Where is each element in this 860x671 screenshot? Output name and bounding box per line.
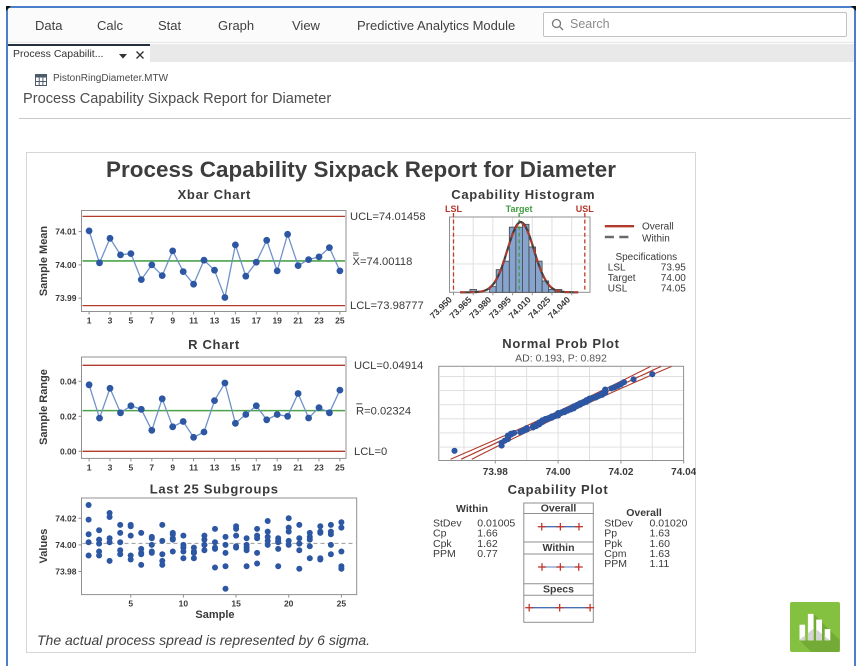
svg-text:Specs: Specs — [543, 583, 574, 595]
svg-text:74.04: 74.04 — [671, 467, 696, 478]
svg-text:7: 7 — [149, 315, 154, 325]
svg-text:15: 15 — [231, 598, 241, 608]
svg-text:5: 5 — [128, 315, 133, 325]
svg-text:73.99: 73.99 — [55, 293, 77, 303]
svg-text:11: 11 — [189, 462, 198, 472]
svg-text:Last 25 Subgroups: Last 25 Subgroups — [149, 481, 278, 496]
svg-text:73.95: 73.95 — [660, 262, 685, 273]
svg-text:7: 7 — [149, 462, 154, 472]
svg-text:74.01: 74.01 — [55, 226, 77, 236]
svg-text:LSL: LSL — [445, 204, 463, 214]
svg-text:73.98: 73.98 — [55, 566, 77, 576]
svg-text:Sample: Sample — [195, 609, 234, 621]
svg-text:1: 1 — [86, 462, 91, 472]
svg-text:Target: Target — [607, 272, 635, 283]
svg-text:USL: USL — [575, 204, 594, 214]
svg-text:X=74.00118: X=74.00118 — [352, 256, 412, 268]
svg-text:25: 25 — [335, 462, 345, 472]
svg-text:0.04: 0.04 — [59, 376, 76, 386]
svg-text:R=0.02324: R=0.02324 — [356, 405, 411, 417]
svg-text:74.05: 74.05 — [660, 283, 685, 294]
svg-text:Capability Plot: Capability Plot — [507, 482, 608, 497]
svg-text:15: 15 — [230, 315, 240, 325]
svg-text:3: 3 — [107, 315, 112, 325]
svg-text:LSL: LSL — [607, 262, 625, 273]
svg-text:LCL=73.98777: LCL=73.98777 — [350, 300, 424, 312]
svg-text:11: 11 — [189, 315, 198, 325]
svg-text:21: 21 — [293, 462, 303, 472]
svg-text:Capability Histogram: Capability Histogram — [451, 187, 595, 202]
svg-text:13: 13 — [209, 462, 219, 472]
svg-text:19: 19 — [272, 315, 282, 325]
svg-text:UCL=0.04914: UCL=0.04914 — [354, 359, 423, 371]
svg-text:LCL=0: LCL=0 — [354, 445, 387, 457]
svg-text:Within: Within — [642, 233, 670, 244]
svg-text:0.77: 0.77 — [477, 548, 498, 560]
svg-text:PPM: PPM — [604, 558, 627, 570]
svg-text:Within: Within — [542, 542, 574, 554]
svg-text:74.02: 74.02 — [55, 513, 77, 523]
svg-text:1.11: 1.11 — [649, 558, 669, 570]
svg-text:74.00: 74.00 — [55, 539, 77, 549]
svg-text:1: 1 — [86, 315, 91, 325]
svg-text:21: 21 — [293, 315, 303, 325]
svg-text:Sample Mean: Sample Mean — [38, 225, 50, 296]
svg-text:Within: Within — [456, 503, 488, 515]
svg-text:10: 10 — [178, 598, 188, 608]
svg-text:Process Capability Sixpack Rep: Process Capability Sixpack Report for Di… — [105, 156, 615, 181]
svg-text:74.00: 74.00 — [660, 272, 685, 283]
svg-text:23: 23 — [314, 462, 324, 472]
svg-text:0.02: 0.02 — [59, 411, 76, 421]
svg-text:Normal Prob Plot: Normal Prob Plot — [502, 336, 619, 351]
svg-text:74.00: 74.00 — [545, 467, 570, 478]
svg-text:Target: Target — [505, 204, 532, 214]
svg-text:17: 17 — [251, 315, 261, 325]
svg-text:5: 5 — [128, 462, 133, 472]
svg-text:Overall: Overall — [540, 502, 576, 514]
svg-text:74.02: 74.02 — [608, 467, 633, 478]
svg-text:The actual process spread is r: The actual process spread is represented… — [37, 632, 370, 648]
svg-text:Sample Range: Sample Range — [38, 369, 50, 445]
svg-text:23: 23 — [314, 315, 324, 325]
svg-text:Values: Values — [38, 528, 50, 563]
svg-text:15: 15 — [230, 462, 240, 472]
svg-text:17: 17 — [251, 462, 261, 472]
svg-text:UCL=74.01458: UCL=74.01458 — [350, 210, 426, 222]
svg-text:Xbar Chart: Xbar Chart — [177, 187, 250, 202]
svg-text:0.00: 0.00 — [59, 446, 76, 456]
svg-text:3: 3 — [107, 462, 112, 472]
svg-text:20: 20 — [283, 598, 293, 608]
svg-text:Overall: Overall — [642, 221, 674, 232]
svg-text:AD: 0.193, P: 0.892: AD: 0.193, P: 0.892 — [515, 352, 607, 364]
svg-text:74.00: 74.00 — [55, 259, 77, 269]
svg-text:25: 25 — [335, 315, 345, 325]
svg-text:19: 19 — [272, 462, 282, 472]
svg-text:9: 9 — [170, 315, 175, 325]
svg-text:5: 5 — [128, 598, 133, 608]
svg-text:USL: USL — [607, 283, 627, 294]
svg-text:PPM: PPM — [433, 548, 456, 560]
svg-text:73.98: 73.98 — [482, 467, 507, 478]
svg-text:Specifications: Specifications — [615, 252, 677, 263]
svg-text:13: 13 — [209, 315, 219, 325]
svg-text:9: 9 — [170, 462, 175, 472]
svg-text:25: 25 — [336, 598, 346, 608]
svg-text:R Chart: R Chart — [188, 337, 240, 352]
